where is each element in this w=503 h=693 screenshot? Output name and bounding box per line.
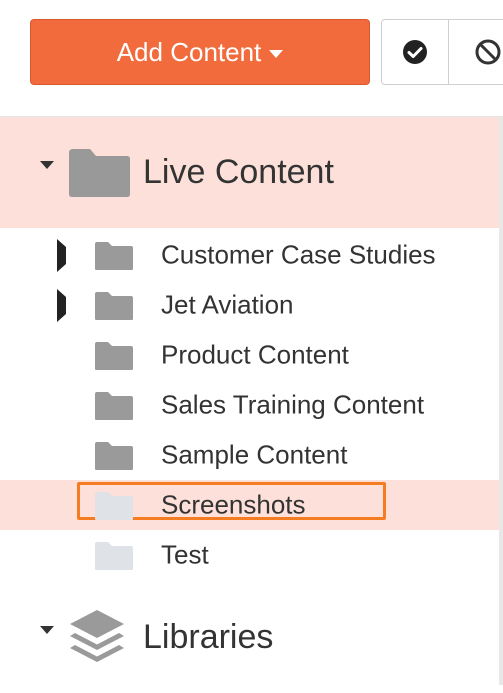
chevron-right-icon[interactable] <box>57 289 66 322</box>
tree-root-label: Libraries <box>143 618 274 656</box>
scrollbar-track[interactable] <box>499 117 503 685</box>
chevron-down-icon[interactable] <box>40 625 54 652</box>
caret-down-icon <box>269 49 284 58</box>
folder-icon <box>95 242 133 270</box>
content-tree: Live Content Customer Case Studies Jet Av… <box>0 117 499 693</box>
layers-icon <box>70 609 124 662</box>
ban-icon <box>475 39 501 65</box>
chevron-right-icon[interactable] <box>57 239 66 272</box>
tree-item-label: Screenshots <box>161 489 306 520</box>
tree-item-label: Jet Aviation <box>161 289 294 320</box>
tree-item-label: Test <box>161 539 209 570</box>
tree-item-label: Product Content <box>161 339 349 370</box>
add-content-button[interactable]: Add Content <box>30 19 370 85</box>
tree-item[interactable]: Product Content <box>0 330 499 380</box>
tree-item[interactable]: Sample Content <box>0 430 499 480</box>
tree-item-label: Customer Case Studies <box>161 239 436 270</box>
tree-item[interactable]: Screenshots <box>0 480 499 530</box>
check-circle-icon <box>403 40 428 64</box>
tree-item[interactable]: Sales Training Content <box>0 380 499 430</box>
folder-icon <box>69 148 130 197</box>
tree-root-label: Live Content <box>143 153 334 191</box>
folder-icon <box>95 342 133 370</box>
tree-item-label: Sample Content <box>161 439 348 470</box>
tree-item-label: Sales Training Content <box>161 389 425 420</box>
block-button[interactable] <box>449 20 503 84</box>
tree-root-libraries[interactable]: Libraries <box>0 582 499 693</box>
folder-icon <box>95 442 133 470</box>
live-content-children: Customer Case Studies Jet Aviation Product… <box>0 228 499 580</box>
tree-item[interactable]: Jet Aviation <box>0 280 499 330</box>
approve-button[interactable] <box>382 20 450 84</box>
add-content-label: Add Content <box>116 36 262 67</box>
folder-icon <box>95 292 133 320</box>
tree-root-live-content[interactable]: Live Content <box>0 117 499 228</box>
toolbar: Add Content <box>0 0 503 116</box>
action-button-group <box>381 19 503 85</box>
folder-icon <box>95 392 133 420</box>
tree-item[interactable]: Customer Case Studies <box>0 230 499 280</box>
chevron-down-icon[interactable] <box>40 160 54 187</box>
tree-item[interactable]: Test <box>0 530 499 580</box>
folder-icon <box>95 492 133 520</box>
folder-icon <box>95 542 133 570</box>
